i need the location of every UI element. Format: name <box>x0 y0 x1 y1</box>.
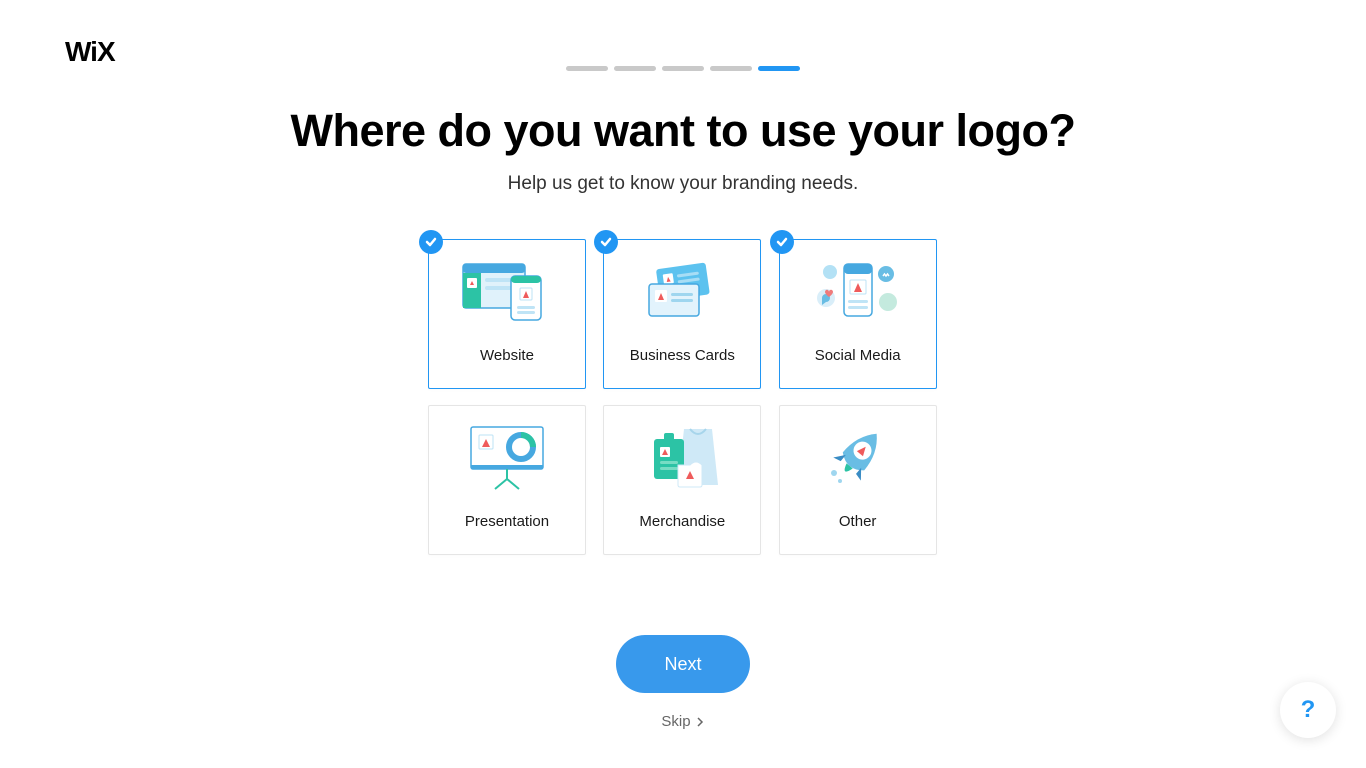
progress-indicator <box>0 0 1366 71</box>
help-button[interactable]: ? <box>1280 682 1336 738</box>
progress-step-1 <box>566 66 608 71</box>
wix-logo: WiX <box>65 36 115 68</box>
option-other[interactable]: Other <box>779 405 937 555</box>
option-label: Other <box>839 513 877 530</box>
merchandise-icon <box>632 421 732 491</box>
business-cards-icon <box>632 255 732 325</box>
option-label: Business Cards <box>630 347 735 364</box>
check-icon <box>419 230 443 254</box>
progress-step-2 <box>614 66 656 71</box>
option-label: Presentation <box>465 513 549 530</box>
option-website[interactable]: Website <box>428 239 586 389</box>
other-icon <box>808 421 908 491</box>
check-icon <box>770 230 794 254</box>
next-button[interactable]: Next <box>616 635 750 693</box>
website-icon <box>457 255 557 325</box>
option-business-cards[interactable]: Business Cards <box>603 239 761 389</box>
social-media-icon <box>808 255 908 325</box>
presentation-icon <box>457 421 557 491</box>
option-social-media[interactable]: Social Media <box>779 239 937 389</box>
check-icon <box>594 230 618 254</box>
option-label: Website <box>480 347 534 364</box>
skip-label: Skip <box>661 713 690 730</box>
option-label: Merchandise <box>639 513 725 530</box>
progress-step-3 <box>662 66 704 71</box>
progress-step-4 <box>710 66 752 71</box>
skip-link[interactable]: Skip <box>0 713 1366 730</box>
option-merchandise[interactable]: Merchandise <box>603 405 761 555</box>
progress-step-5 <box>758 66 800 71</box>
option-presentation[interactable]: Presentation <box>428 405 586 555</box>
page-subtitle: Help us get to know your branding needs. <box>0 173 1366 195</box>
option-label: Social Media <box>815 347 901 364</box>
page-title: Where do you want to use your logo? <box>0 105 1366 157</box>
options-grid: Website Business Cards <box>428 239 938 555</box>
chevron-right-icon <box>695 717 705 727</box>
